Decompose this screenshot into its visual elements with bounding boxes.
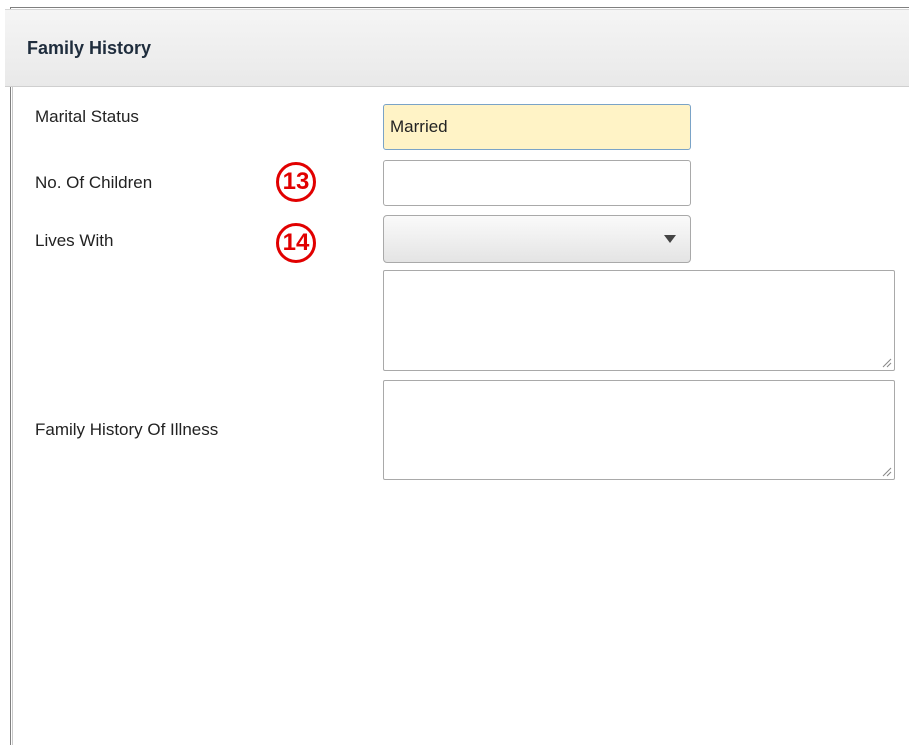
annotation-badge-14: 14 [276, 223, 316, 263]
resize-grip-icon[interactable] [882, 467, 892, 477]
chevron-down-icon[interactable] [664, 235, 676, 243]
no-of-children-field[interactable] [383, 160, 691, 206]
family-history-of-illness-textarea[interactable] [383, 380, 895, 480]
lives-with-notes-textarea[interactable] [383, 270, 895, 371]
lives-with-label: Lives With [35, 231, 114, 250]
family-history-of-illness-label: Family History Of Illness [35, 420, 219, 439]
resize-grip-icon[interactable] [882, 358, 892, 368]
panel-title: Family History [27, 38, 152, 58]
marital-status-field[interactable] [383, 104, 691, 150]
lives-with-select[interactable] [383, 215, 691, 263]
annotation-badge-13: 13 [276, 162, 316, 202]
no-of-children-label: No. Of Children [35, 173, 153, 192]
marital-status-label: Marital Status [35, 107, 139, 126]
